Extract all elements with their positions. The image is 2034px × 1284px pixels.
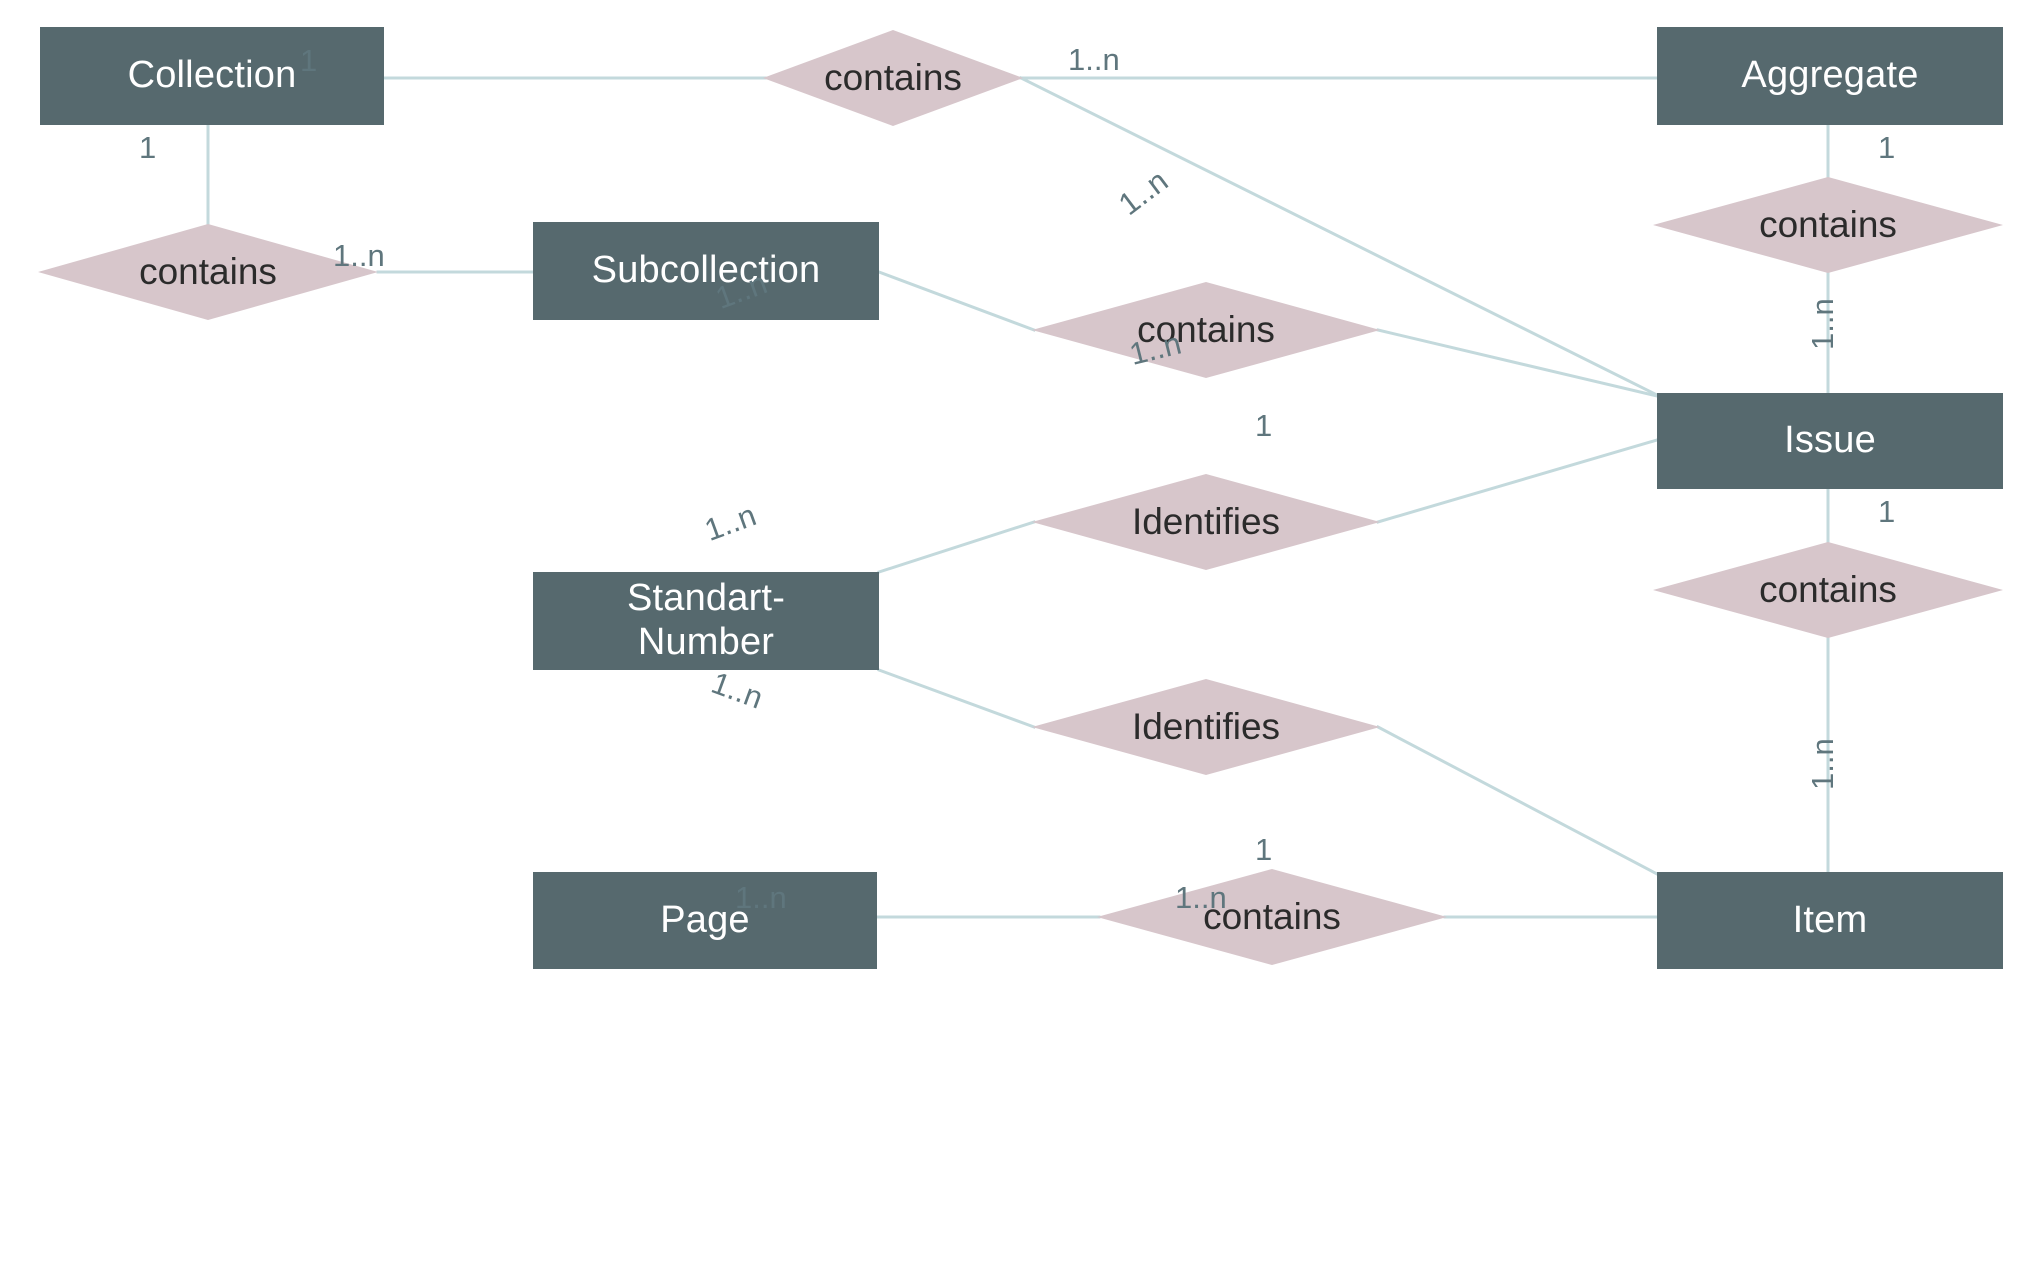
cardinality-subcollection-left: 1..n	[333, 238, 385, 273]
entity-issue[interactable]: Issue	[1657, 393, 2003, 489]
entity-label: Issue	[1784, 419, 1876, 462]
cardinality-item-contains-bottom: 1..n	[1175, 880, 1227, 915]
relationship-label: Identifies	[1131, 706, 1281, 747]
entity-label: Aggregate	[1741, 54, 1919, 97]
entity-collection[interactable]: Collection	[40, 27, 384, 125]
relationship-issue-item-contains[interactable]: contains	[1653, 542, 2003, 638]
relationship-standart-issue-identifies[interactable]: Identifies	[1032, 474, 1380, 570]
cardinality-collection-contains-top: 1	[300, 43, 318, 78]
entity-label: Collection	[127, 54, 297, 97]
cardinality-page-contains-bottom: 1..n	[735, 880, 787, 915]
entity-label: Item	[1792, 898, 1868, 941]
cardinality-issue-contains-lower: 1	[1878, 494, 1896, 529]
edge-standart-identifies-two	[877, 668, 1036, 729]
edge-contains-mid-issue	[1376, 328, 1659, 398]
entity-label: Standart- Number	[626, 577, 786, 663]
relationship-label: contains	[1759, 569, 1897, 610]
entity-subcollection[interactable]: Subcollection	[533, 222, 879, 320]
cardinality-aggregate-contains-right: 1	[1878, 130, 1896, 165]
cardinality-issue-contains-right: 1..n	[1805, 298, 1840, 350]
relationship-label: contains	[824, 57, 962, 98]
edge-identifies-two-item	[1375, 724, 1660, 877]
entity-label: Subcollection	[591, 249, 821, 292]
entity-standart-number[interactable]: Standart- Number	[533, 572, 879, 670]
cardinality-aggregate-contains-top: 1..n	[1068, 42, 1120, 77]
relationship-aggregate-issue-contains[interactable]: contains	[1653, 177, 2003, 273]
relationship-label: contains	[1759, 204, 1897, 245]
er-diagram-canvas: Collection Aggregate Subcollection Issue…	[0, 0, 2034, 1284]
relationship-label: contains	[139, 251, 277, 292]
relationship-collection-subcollection-contains[interactable]: contains	[38, 224, 378, 320]
edge-standart-identifies-one	[877, 520, 1036, 574]
relationship-label: Identifies	[1131, 501, 1281, 542]
entity-page[interactable]: Page	[533, 872, 877, 969]
cardinality-identifies-two-item: 1	[1255, 832, 1273, 867]
relationship-standart-item-identifies[interactable]: Identifies	[1032, 679, 1380, 775]
entity-aggregate[interactable]: Aggregate	[1657, 27, 2003, 125]
cardinality-item-contains-lower: 1..n	[1805, 738, 1840, 790]
edge-identifies-one-issue	[1376, 438, 1659, 524]
edge-subcollection-contains-mid	[877, 270, 1036, 332]
relationship-page-item-contains[interactable]: contains	[1097, 869, 1447, 965]
relationship-subcollection-issue-contains[interactable]: contains	[1032, 282, 1380, 378]
entity-item[interactable]: Item	[1657, 872, 2003, 969]
cardinality-collection-contains-left: 1	[139, 130, 157, 165]
cardinality-issue-left: 1	[1255, 408, 1273, 443]
relationship-collection-aggregate-contains[interactable]: contains	[763, 30, 1023, 126]
